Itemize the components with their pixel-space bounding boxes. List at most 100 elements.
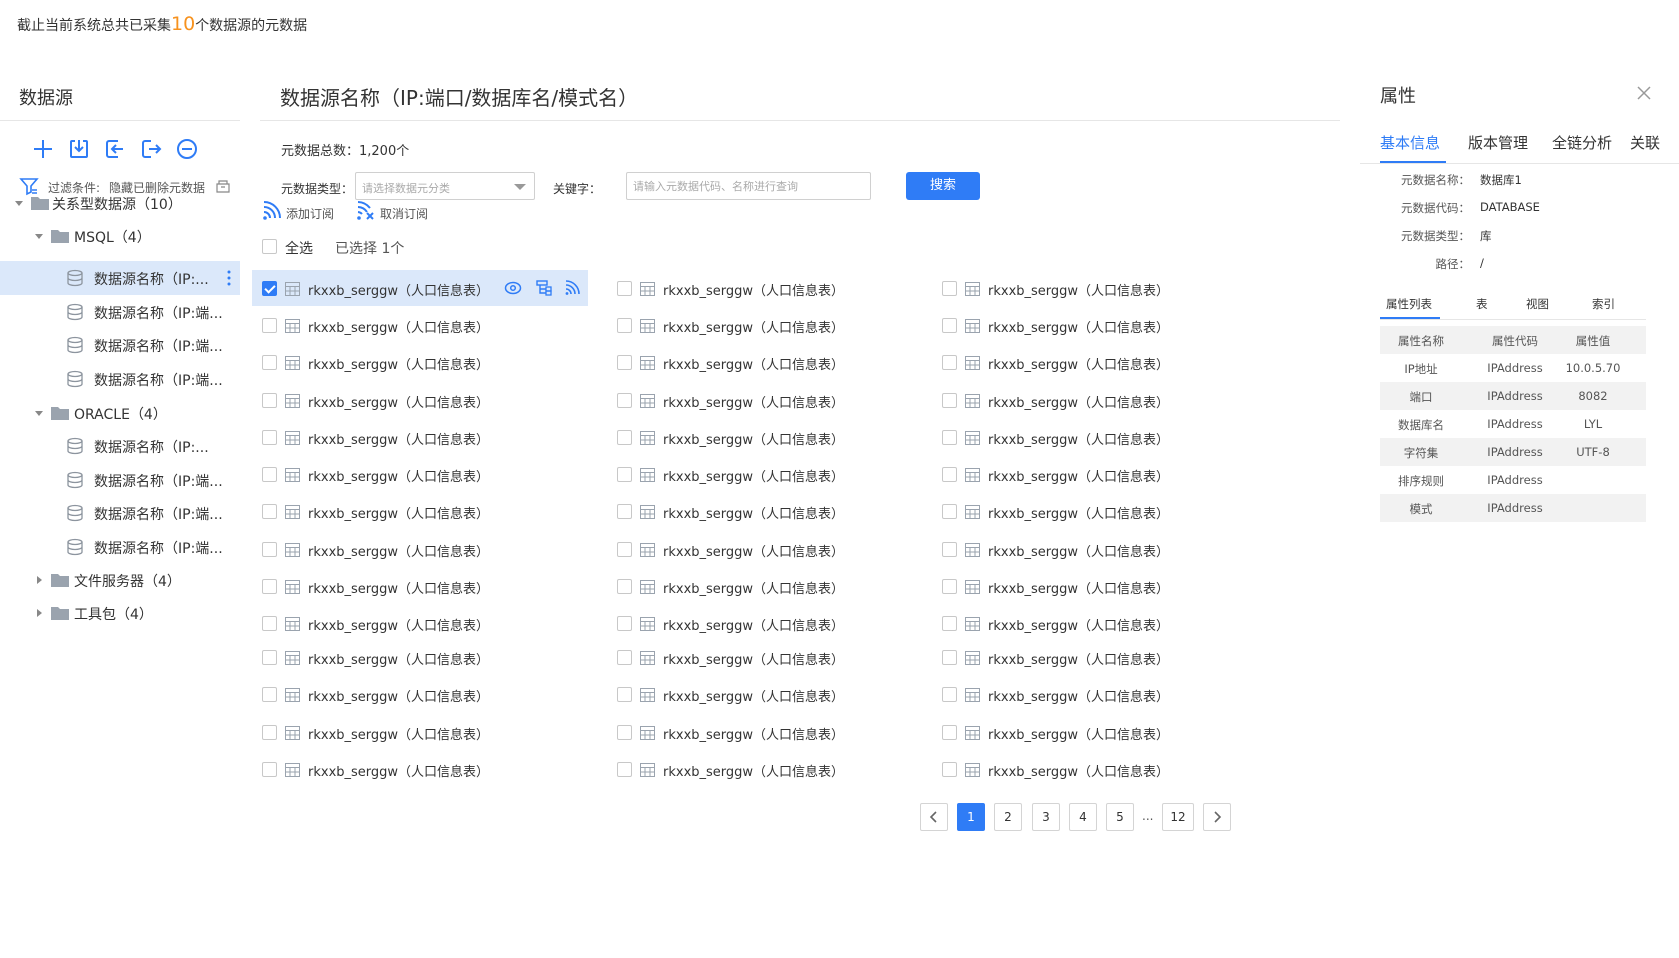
- table-item[interactable]: rkxxb_serggw（人口信息表）: [252, 676, 588, 712]
- add-subscription-button[interactable]: 添加订阅: [260, 200, 340, 226]
- table-item-name[interactable]: rkxxb_serggw（人口信息表）: [308, 724, 489, 743]
- table-item-name[interactable]: rkxxb_serggw（人口信息表）: [988, 354, 1169, 373]
- table-item[interactable]: rkxxb_serggw（人口信息表）: [252, 493, 588, 529]
- table-item[interactable]: rkxxb_serggw（人口信息表）: [932, 714, 1268, 750]
- table-item-name[interactable]: rkxxb_serggw（人口信息表）: [988, 503, 1169, 522]
- table-item-checkbox[interactable]: [262, 318, 277, 333]
- table-item-name[interactable]: rkxxb_serggw（人口信息表）: [308, 429, 489, 448]
- tree-node-datasource[interactable]: 数据源名称（IP:...: [0, 261, 240, 295]
- tree-node-datasource[interactable]: 数据源名称（IP:端...: [0, 463, 240, 497]
- table-item-name[interactable]: rkxxb_serggw（人口信息表）: [308, 578, 489, 597]
- caret-down-icon[interactable]: [34, 231, 44, 241]
- table-item-checkbox[interactable]: [262, 281, 277, 296]
- table-item-name[interactable]: rkxxb_serggw（人口信息表）: [308, 354, 489, 373]
- eye-icon[interactable]: [504, 279, 522, 297]
- tab-tables[interactable]: 表: [1476, 296, 1488, 312]
- table-item-checkbox[interactable]: [942, 687, 957, 702]
- table-item[interactable]: rkxxb_serggw（人口信息表）: [607, 639, 943, 675]
- tree-node-datasource[interactable]: 数据源名称（IP:端...: [0, 496, 240, 530]
- tree-node-datasource[interactable]: 数据源名称（IP:端...: [0, 362, 240, 396]
- table-item[interactable]: rkxxb_serggw（人口信息表）: [607, 531, 943, 567]
- table-item[interactable]: rkxxb_serggw（人口信息表）: [607, 493, 943, 529]
- table-item[interactable]: rkxxb_serggw（人口信息表）: [252, 270, 588, 306]
- table-item[interactable]: rkxxb_serggw（人口信息表）: [607, 270, 943, 306]
- metadata-type-select[interactable]: 请选择数据元分类: [355, 172, 535, 200]
- table-item-checkbox[interactable]: [617, 467, 632, 482]
- table-item-name[interactable]: rkxxb_serggw（人口信息表）: [308, 686, 489, 705]
- select-all-checkbox[interactable]: [262, 239, 277, 254]
- select-all-label[interactable]: 全选: [285, 238, 313, 258]
- table-item[interactable]: rkxxb_serggw（人口信息表）: [607, 456, 943, 492]
- page-button[interactable]: 3: [1032, 803, 1060, 831]
- tab-views[interactable]: 视图: [1526, 296, 1549, 312]
- tree-node-msql[interactable]: MSQL（4）: [0, 219, 240, 253]
- table-item[interactable]: rkxxb_serggw（人口信息表）: [932, 568, 1268, 604]
- subscribe-icon[interactable]: [563, 279, 581, 297]
- table-item-checkbox[interactable]: [262, 430, 277, 445]
- table-item-name[interactable]: rkxxb_serggw（人口信息表）: [988, 724, 1169, 743]
- tab-basic-info[interactable]: 基本信息: [1380, 132, 1440, 153]
- table-item-checkbox[interactable]: [262, 616, 277, 631]
- table-item[interactable]: rkxxb_serggw（人口信息表）: [607, 568, 943, 604]
- table-item-name[interactable]: rkxxb_serggw（人口信息表）: [988, 466, 1169, 485]
- table-item-checkbox[interactable]: [942, 430, 957, 445]
- table-item-name[interactable]: rkxxb_serggw（人口信息表）: [663, 429, 844, 448]
- table-item-name[interactable]: rkxxb_serggw（人口信息表）: [988, 649, 1169, 668]
- table-item-checkbox[interactable]: [262, 355, 277, 370]
- table-item-name[interactable]: rkxxb_serggw（人口信息表）: [663, 541, 844, 560]
- table-item-name[interactable]: rkxxb_serggw（人口信息表）: [663, 503, 844, 522]
- table-item-checkbox[interactable]: [942, 467, 957, 482]
- table-item-checkbox[interactable]: [942, 318, 957, 333]
- table-item-name[interactable]: rkxxb_serggw（人口信息表）: [988, 686, 1169, 705]
- tree-node-file-server[interactable]: 文件服务器（4）: [0, 563, 240, 597]
- table-item[interactable]: rkxxb_serggw（人口信息表）: [252, 605, 588, 641]
- table-item-name[interactable]: rkxxb_serggw（人口信息表）: [663, 317, 844, 336]
- next-page-button[interactable]: [1203, 803, 1231, 831]
- table-item-name[interactable]: rkxxb_serggw（人口信息表）: [988, 578, 1169, 597]
- table-item[interactable]: rkxxb_serggw（人口信息表）: [252, 568, 588, 604]
- table-item[interactable]: rkxxb_serggw（人口信息表）: [252, 382, 588, 418]
- table-item-checkbox[interactable]: [942, 616, 957, 631]
- table-item-checkbox[interactable]: [617, 430, 632, 445]
- tree-node-datasource[interactable]: 数据源名称（IP:...: [0, 429, 240, 463]
- table-item-name[interactable]: rkxxb_serggw（人口信息表）: [308, 761, 489, 780]
- table-item[interactable]: rkxxb_serggw（人口信息表）: [932, 605, 1268, 641]
- keyword-input[interactable]: [626, 172, 871, 200]
- table-item-name[interactable]: rkxxb_serggw（人口信息表）: [663, 724, 844, 743]
- table-item[interactable]: rkxxb_serggw（人口信息表）: [607, 419, 943, 455]
- page-button[interactable]: 12: [1162, 803, 1194, 831]
- tree-node-relational[interactable]: 关系型数据源（10）: [0, 186, 240, 220]
- table-item[interactable]: rkxxb_serggw（人口信息表）: [252, 307, 588, 343]
- table-item-checkbox[interactable]: [942, 579, 957, 594]
- table-item-name[interactable]: rkxxb_serggw（人口信息表）: [308, 466, 489, 485]
- table-item[interactable]: rkxxb_serggw（人口信息表）: [607, 307, 943, 343]
- logout-icon[interactable]: [138, 136, 164, 162]
- lineage-icon[interactable]: [535, 279, 553, 297]
- table-item-checkbox[interactable]: [617, 616, 632, 631]
- table-item[interactable]: rkxxb_serggw（人口信息表）: [932, 456, 1268, 492]
- table-item-checkbox[interactable]: [942, 650, 957, 665]
- table-item-checkbox[interactable]: [617, 318, 632, 333]
- table-item-checkbox[interactable]: [617, 281, 632, 296]
- table-item[interactable]: rkxxb_serggw（人口信息表）: [252, 639, 588, 675]
- table-item[interactable]: rkxxb_serggw（人口信息表）: [252, 751, 588, 787]
- tree-node-datasource[interactable]: 数据源名称（IP:端...: [0, 295, 240, 329]
- tree-node-oracle[interactable]: ORACLE（4）: [0, 396, 240, 430]
- table-item-checkbox[interactable]: [262, 725, 277, 740]
- cancel-subscription-button[interactable]: 取消订阅: [354, 200, 434, 226]
- table-item[interactable]: rkxxb_serggw（人口信息表）: [932, 270, 1268, 306]
- table-item-name[interactable]: rkxxb_serggw（人口信息表）: [308, 280, 489, 299]
- table-item-name[interactable]: rkxxb_serggw（人口信息表）: [663, 686, 844, 705]
- table-item-checkbox[interactable]: [617, 725, 632, 740]
- table-item-checkbox[interactable]: [262, 504, 277, 519]
- table-item-name[interactable]: rkxxb_serggw（人口信息表）: [988, 429, 1169, 448]
- table-item-name[interactable]: rkxxb_serggw（人口信息表）: [308, 317, 489, 336]
- table-item[interactable]: rkxxb_serggw（人口信息表）: [932, 419, 1268, 455]
- table-item-name[interactable]: rkxxb_serggw（人口信息表）: [308, 503, 489, 522]
- table-item-name[interactable]: rkxxb_serggw（人口信息表）: [988, 280, 1169, 299]
- table-item-name[interactable]: rkxxb_serggw（人口信息表）: [988, 615, 1169, 634]
- table-item-checkbox[interactable]: [942, 281, 957, 296]
- caret-down-icon[interactable]: [14, 198, 24, 208]
- table-item[interactable]: rkxxb_serggw（人口信息表）: [932, 751, 1268, 787]
- table-item-checkbox[interactable]: [262, 650, 277, 665]
